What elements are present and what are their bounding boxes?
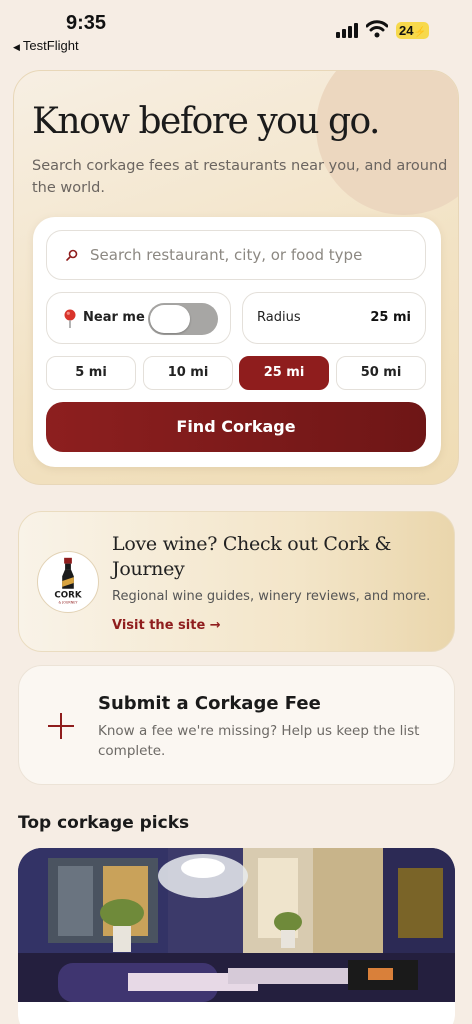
- submit-corkage-card[interactable]: Submit a Corkage Fee Know a fee we're mi…: [18, 665, 455, 785]
- hero-subtitle: Search corkage fees at restaurants near …: [32, 158, 448, 196]
- hero-title: Know before you go.: [32, 101, 381, 142]
- svg-text:& JOURNEY: & JOURNEY: [59, 600, 79, 604]
- search-panel: Search restaurant, city, or food type Ne…: [33, 217, 441, 467]
- near-me-control: Near me: [46, 292, 231, 344]
- submit-subtitle: Know a fee we're missing? Help us keep t…: [98, 723, 420, 759]
- visit-site-link[interactable]: Visit the site →: [112, 618, 221, 633]
- status-time: 9:35: [66, 12, 107, 34]
- back-triangle-icon: ◀: [13, 42, 20, 52]
- location-pin-icon: [64, 309, 76, 328]
- radius-value: 25 mi: [370, 310, 411, 325]
- hero-search-card: Know before you go. Search corkage fees …: [13, 70, 459, 485]
- promo-title: Love wine? Check out Cork & Journey: [112, 533, 392, 580]
- search-icon: [66, 249, 78, 261]
- radius-option-25[interactable]: 25 mi: [239, 356, 329, 390]
- battery-icon: 24⚡: [396, 22, 429, 39]
- near-me-toggle[interactable]: [148, 303, 218, 335]
- restaurant-photo: [18, 848, 455, 1002]
- radius-label: Radius: [257, 310, 301, 325]
- search-input[interactable]: Search restaurant, city, or food type: [46, 230, 426, 280]
- submit-title: Submit a Corkage Fee: [98, 693, 321, 714]
- battery-level: 24: [399, 23, 414, 38]
- promo-subtitle: Regional wine guides, winery reviews, an…: [112, 589, 431, 604]
- status-bar: 9:35 ◀ TestFlight 24⚡: [0, 0, 472, 60]
- back-app-label: TestFlight: [22, 38, 79, 53]
- cork-journey-logo: CORK & JOURNEY: [37, 551, 99, 613]
- top-picks-heading: Top corkage picks: [18, 813, 190, 833]
- cellular-signal-icon: [336, 22, 360, 38]
- top-pick-card[interactable]: [18, 848, 455, 1024]
- radius-option-10[interactable]: 10 mi: [143, 356, 233, 390]
- radius-option-5[interactable]: 5 mi: [46, 356, 136, 390]
- toggle-knob: [150, 305, 190, 333]
- charging-bolt-icon: ⚡: [413, 27, 426, 38]
- near-me-label: Near me: [83, 310, 145, 325]
- cork-journey-promo-card[interactable]: CORK & JOURNEY Love wine? Check out Cork…: [18, 511, 455, 652]
- back-to-testflight-link[interactable]: ◀ TestFlight: [13, 38, 79, 53]
- find-corkage-button[interactable]: Find Corkage: [46, 402, 426, 452]
- radius-display: Radius 25 mi: [242, 292, 426, 344]
- svg-text:CORK: CORK: [54, 590, 81, 600]
- search-placeholder: Search restaurant, city, or food type: [90, 246, 363, 264]
- wifi-icon: [366, 20, 388, 38]
- plus-icon: [48, 713, 74, 739]
- radius-option-50[interactable]: 50 mi: [336, 356, 426, 390]
